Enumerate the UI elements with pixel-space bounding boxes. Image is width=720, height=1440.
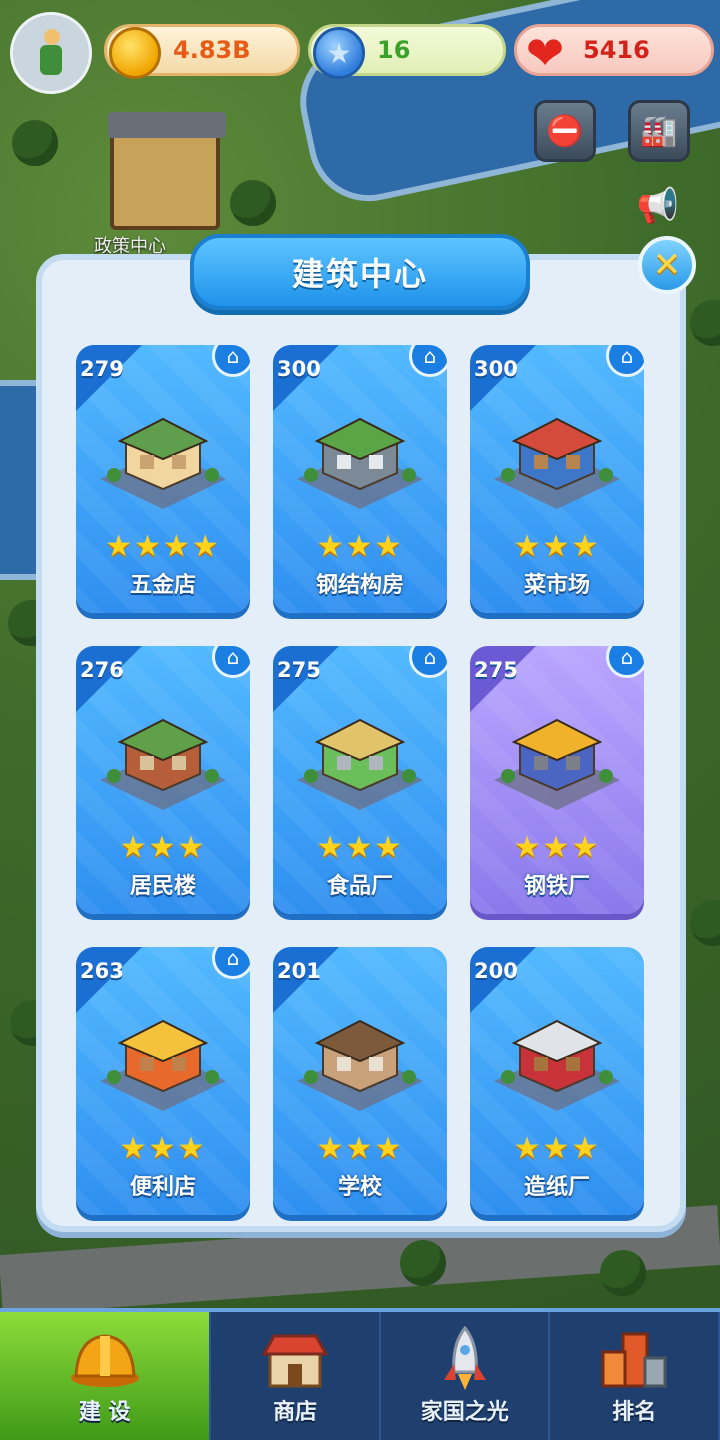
nav-shop-tab[interactable]: 商店 — [211, 1312, 381, 1440]
home-icon[interactable]: ⌂ — [409, 646, 447, 678]
star-rating: ★★★ — [316, 830, 404, 865]
announcement-megaphone-icon[interactable]: 📢 — [628, 178, 688, 234]
building-illustration — [100, 1019, 226, 1111]
nav-build-tab[interactable]: 建 设 — [0, 1312, 212, 1440]
shop-icon — [261, 1334, 329, 1388]
home-icon[interactable]: ⌂ — [212, 345, 250, 377]
star-rating: ★★★★ — [105, 529, 221, 564]
building-level: 275 — [277, 658, 321, 682]
star-rating: ★★★ — [119, 1131, 207, 1166]
home-icon[interactable]: ⌂ — [606, 345, 644, 377]
building-name: 五金店 — [129, 573, 196, 598]
close-button[interactable]: ✕ — [638, 236, 696, 294]
building-illustration — [494, 417, 620, 509]
tree-icon — [690, 300, 720, 346]
building-level: 200 — [474, 959, 518, 983]
building-name: 钢铁厂 — [523, 874, 590, 899]
building-name: 造纸厂 — [523, 1175, 590, 1200]
home-icon[interactable]: ⌂ — [212, 947, 250, 979]
bottom-nav: 建 设 商店 家国之光 排名 — [0, 1308, 720, 1440]
star-rating: ★★★ — [316, 1131, 404, 1166]
star-rating: ★★★ — [513, 830, 601, 865]
building-level: 276 — [80, 658, 124, 682]
building-card[interactable]: 300 ⌂ ★★★ 钢结构房 — [273, 345, 447, 613]
star-rating: ★★★ — [513, 529, 601, 564]
coin-icon — [109, 27, 161, 79]
building-illustration — [100, 718, 226, 810]
heart-value: 5416 — [583, 36, 650, 64]
star-rating: ★★★ — [119, 830, 207, 865]
home-icon[interactable]: ⌂ — [212, 646, 250, 678]
building-name: 食品厂 — [326, 874, 393, 899]
nav-rank-label: 排名 — [612, 1400, 657, 1425]
star-rating: ★★★ — [316, 529, 404, 564]
nav-glory-tab[interactable]: 家国之光 — [381, 1312, 551, 1440]
ranking-podium-icon — [601, 1332, 667, 1388]
building-card[interactable]: 279 ⌂ ★★★★ 五金店 — [76, 345, 250, 613]
building-card[interactable]: 201 ★★★ 学校 — [273, 947, 447, 1215]
building-card[interactable]: 276 ⌂ ★★★ 居民楼 — [76, 646, 250, 914]
tree-icon — [12, 120, 58, 166]
nav-shop-label: 商店 — [273, 1400, 318, 1425]
home-icon[interactable]: ⌂ — [409, 345, 447, 377]
building-level: 279 — [80, 357, 124, 381]
heart-icon: ❤ — [525, 26, 565, 80]
star-coin-icon: ★ — [313, 27, 365, 79]
heart-counter[interactable]: ❤ 5416 — [514, 24, 714, 80]
player-avatar[interactable] — [10, 12, 92, 94]
building-level: 300 — [277, 357, 321, 381]
star-value: 16 — [377, 36, 411, 64]
building-card[interactable]: 263 ⌂ ★★★ 便利店 — [76, 947, 250, 1215]
close-icon: ✕ — [652, 245, 682, 285]
nav-rank-tab[interactable]: 排名 — [550, 1312, 720, 1440]
no-ads-button[interactable]: ⛔ — [534, 100, 596, 162]
building-name: 钢结构房 — [315, 573, 404, 598]
building-card[interactable]: 200 ★★★ 造纸厂 — [470, 947, 644, 1215]
no-ads-icon: ⛔ — [546, 113, 584, 149]
tree-icon — [400, 1240, 446, 1286]
building-name: 菜市场 — [523, 573, 590, 598]
star-rating: ★★★ — [513, 1131, 601, 1166]
coin-value: 4.83B — [173, 36, 251, 64]
building-name: 居民楼 — [129, 874, 196, 899]
building-illustration — [494, 1019, 620, 1111]
building-card[interactable]: 275 ⌂ ★★★ 钢铁厂 — [470, 646, 644, 914]
home-icon[interactable]: ⌂ — [606, 646, 644, 678]
building-illustration — [494, 718, 620, 810]
avatar-figure-icon — [36, 29, 66, 77]
building-illustration — [297, 417, 423, 509]
coin-counter[interactable]: 4.83B — [104, 24, 300, 79]
building-card[interactable]: 300 ⌂ ★★★ 菜市场 — [470, 345, 644, 613]
building-level: 300 — [474, 357, 518, 381]
building-illustration — [297, 718, 423, 810]
tree-icon — [600, 1250, 646, 1296]
tree-icon — [690, 900, 720, 946]
nav-glory-label: 家国之光 — [420, 1400, 509, 1425]
building-illustration — [297, 1019, 423, 1111]
building-name: 学校 — [337, 1175, 382, 1200]
building-name: 便利店 — [129, 1175, 196, 1200]
panel-title: 建筑中心 — [190, 234, 530, 310]
factory-shortcut-button[interactable]: 🏭 — [628, 100, 690, 162]
rocket-icon — [443, 1326, 486, 1390]
building-level: 263 — [80, 959, 124, 983]
building-illustration — [100, 417, 226, 509]
tree-icon — [230, 180, 276, 226]
factory-icon: 🏭 — [640, 113, 678, 149]
building-card[interactable]: 275 ⌂ ★★★ 食品厂 — [273, 646, 447, 914]
building-level: 201 — [277, 959, 321, 983]
building-level: 275 — [474, 658, 518, 682]
star-counter[interactable]: ★ 16 — [308, 24, 506, 79]
hard-hat-icon — [70, 1334, 139, 1387]
policy-center-building[interactable] — [108, 112, 226, 230]
nav-build-label: 建 设 — [78, 1400, 131, 1425]
